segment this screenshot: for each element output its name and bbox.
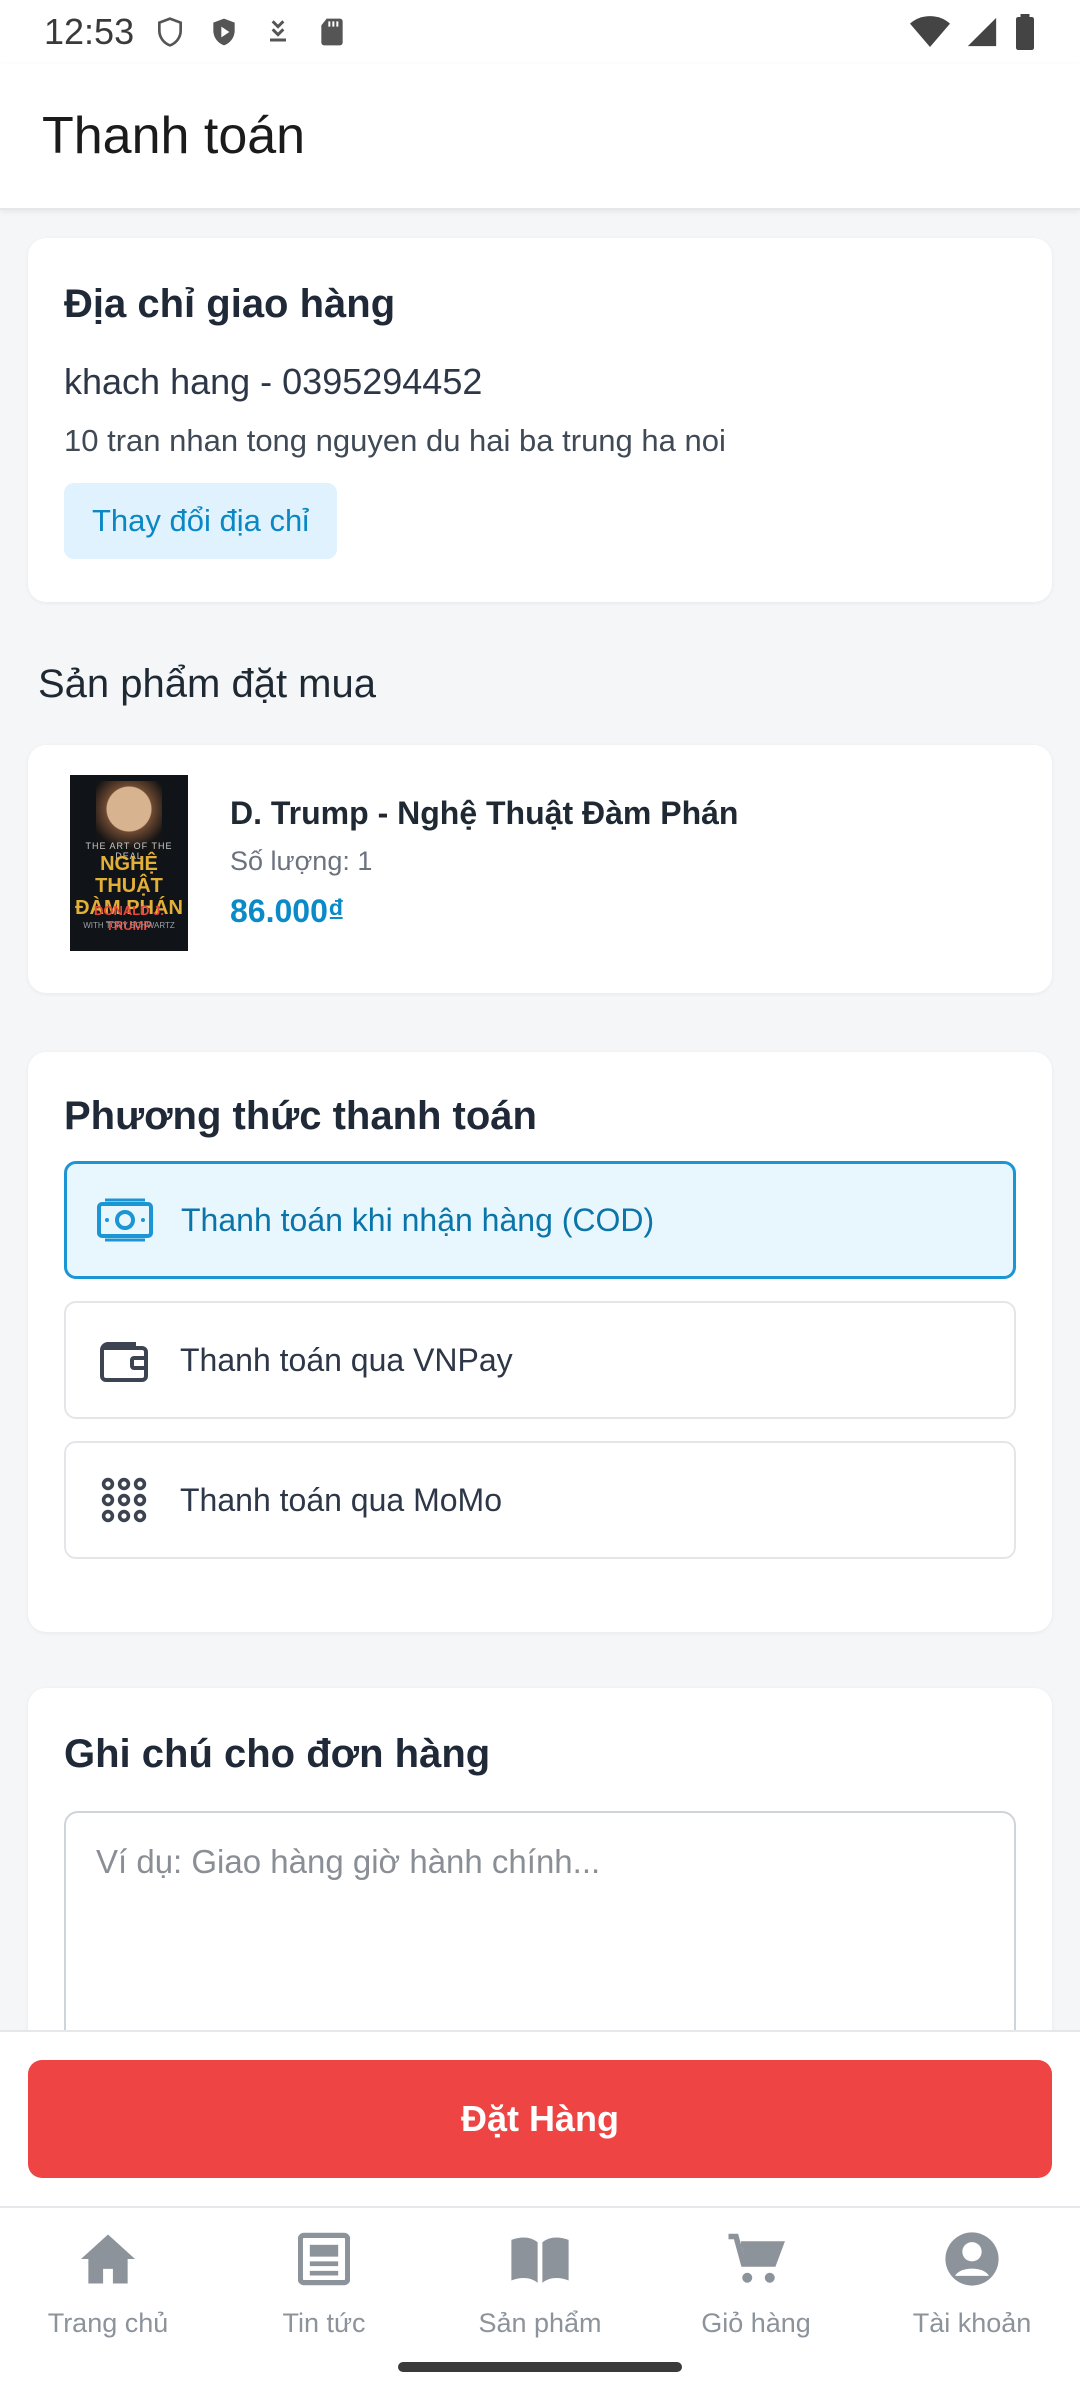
nav-label-products: Sản phẩm <box>478 2308 602 2338</box>
status-time: 12:53 <box>44 11 135 52</box>
order-button-bar: Đặt Hàng <box>0 2030 1080 2206</box>
payment-option-vnpay[interactable]: Thanh toán qua VNPay <box>64 1301 1016 1419</box>
battery-icon <box>1016 14 1034 50</box>
place-order-button[interactable]: Đặt Hàng <box>28 2060 1052 2178</box>
shield-outline-icon <box>158 17 183 47</box>
payment-option-cod-label: Thanh toán khi nhận hàng (COD) <box>181 1201 655 1238</box>
ordered-products-title: Sản phẩm đặt mua <box>38 662 376 706</box>
payment-method-title: Phương thức thanh toán <box>64 1094 537 1138</box>
status-bar: 12:53 <box>0 0 1080 64</box>
news-icon <box>293 2228 355 2290</box>
book-cover-image: THE ART OF THE DEAL NGHỆ THUẬT ĐÀM PHÁN … <box>70 775 188 951</box>
shipping-address-title: Địa chỉ giao hàng <box>64 282 396 326</box>
wifi-icon <box>910 16 950 47</box>
signal-icon <box>967 17 997 47</box>
book-icon <box>509 2228 571 2290</box>
order-note-title: Ghi chú cho đơn hàng <box>64 1732 491 1776</box>
wallet-icon <box>96 1332 152 1388</box>
order-note-card: Ghi chú cho đơn hàng <box>28 1688 1052 2030</box>
cart-icon <box>725 2228 787 2290</box>
payment-option-vnpay-label: Thanh toán qua VNPay <box>180 1341 513 1378</box>
book-cover-line4: WITH TONY SCHWARTZ <box>83 921 175 930</box>
nav-item-home[interactable]: Trang chủ <box>0 2208 216 2400</box>
home-icon <box>77 2228 139 2290</box>
product-name: D. Trump - Nghệ Thuật Đàm Phán <box>230 795 739 831</box>
order-note-input[interactable] <box>64 1811 1016 2030</box>
checkout-screen: 12:53 Thanh toán Địa chỉ giao hàng khach… <box>0 0 1080 2400</box>
status-icons-right <box>910 14 1036 50</box>
nav-label-home: Trang chủ <box>47 2308 169 2338</box>
checkout-content[interactable]: Địa chỉ giao hàng khach hang - 039529445… <box>0 210 1080 2030</box>
cash-icon <box>97 1192 153 1248</box>
payment-method-card: Phương thức thanh toán Thanh toán khi nh… <box>28 1052 1052 1632</box>
app-bar: Thanh toán <box>0 64 1080 210</box>
product-quantity: Số lượng: 1 <box>230 846 373 876</box>
dots-grid-icon <box>96 1472 152 1528</box>
recipient-name-phone: khach hang - 0395294452 <box>64 361 483 402</box>
page-title: Thanh toán <box>42 107 306 165</box>
nav-item-cart[interactable]: Giỏ hàng <box>648 2208 864 2400</box>
download-icon <box>270 20 287 42</box>
status-icons-left <box>154 16 348 48</box>
nav-label-account: Tài khoản <box>912 2308 1032 2338</box>
shipping-address-card: Địa chỉ giao hàng khach hang - 039529445… <box>28 238 1052 602</box>
address-line: 10 tran nhan tong nguyen du hai ba trung… <box>64 423 726 458</box>
account-icon <box>941 2228 1003 2290</box>
payment-option-momo-label: Thanh toán qua MoMo <box>180 1481 502 1518</box>
product-info: D. Trump - Nghệ Thuật Đàm Phán Số lượng:… <box>230 775 738 930</box>
sd-card-icon <box>321 18 343 46</box>
payment-option-momo[interactable]: Thanh toán qua MoMo <box>64 1441 1016 1559</box>
nav-label-cart: Giỏ hàng <box>701 2308 811 2338</box>
nav-item-account[interactable]: Tài khoản <box>864 2208 1080 2400</box>
product-price: 86.000₫ <box>230 893 345 929</box>
change-address-button[interactable]: Thay đổi địa chỉ <box>64 483 338 559</box>
product-item[interactable]: THE ART OF THE DEAL NGHỆ THUẬT ĐÀM PHÁN … <box>28 745 1052 993</box>
shield-play-icon <box>213 18 235 46</box>
nav-label-news: Tin tức <box>282 2308 366 2338</box>
home-indicator[interactable] <box>398 2362 682 2372</box>
payment-option-cod[interactable]: Thanh toán khi nhận hàng (COD) <box>64 1161 1016 1279</box>
